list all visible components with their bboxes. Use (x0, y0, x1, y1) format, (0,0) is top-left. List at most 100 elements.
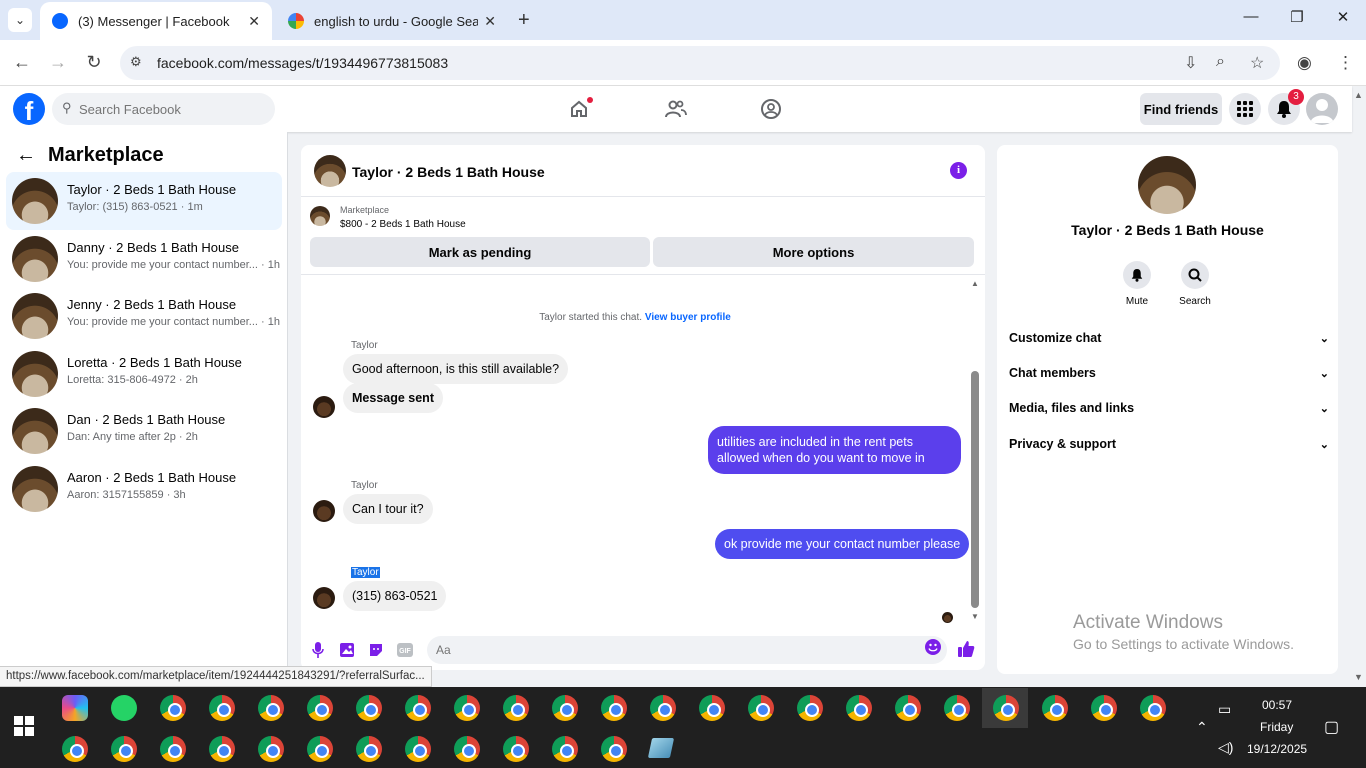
tab-google-search[interactable]: english to urdu - Google Search ✕ (276, 2, 508, 40)
url-field[interactable]: ⚙ facebook.com/messages/t/19344967738150… (120, 46, 1280, 80)
chrome-icon[interactable] (552, 736, 578, 762)
site-info-icon[interactable]: ⚙ (130, 54, 142, 70)
chat-avatar[interactable] (314, 155, 346, 187)
notification-center-icon[interactable]: ▢ (1324, 717, 1339, 737)
chrome-icon[interactable] (1140, 695, 1166, 721)
chrome-icon[interactable] (503, 695, 529, 721)
whatsapp-icon[interactable] (111, 695, 137, 721)
media-files-links-section[interactable]: Media, files and links ⌄ (1009, 393, 1329, 423)
chrome-icon[interactable] (356, 695, 382, 721)
account-avatar[interactable] (1306, 93, 1338, 125)
chrome-icon[interactable] (650, 695, 676, 721)
conversation-item[interactable]: Jenny · 2 Beds 1 Bath House You: provide… (6, 287, 282, 345)
friends-icon[interactable] (664, 97, 688, 121)
minimize-icon[interactable]: — (1228, 8, 1274, 25)
windows-start-icon[interactable] (14, 716, 34, 736)
notepad-icon[interactable] (647, 738, 675, 758)
network-icon[interactable]: ▭ (1218, 701, 1231, 718)
page-scroll-up-icon[interactable]: ▲ (1354, 90, 1363, 100)
browser-menu-icon[interactable]: ⋮ (1337, 53, 1354, 73)
clock-day[interactable]: Friday (1260, 720, 1293, 734)
chrome-icon[interactable] (160, 695, 186, 721)
sender-avatar[interactable] (313, 396, 335, 418)
chrome-icon[interactable] (797, 695, 823, 721)
chrome-icon[interactable] (405, 736, 431, 762)
chrome-icon[interactable] (846, 695, 872, 721)
tab-messenger[interactable]: (3) Messenger | Facebook ✕ (40, 2, 272, 40)
chrome-icon[interactable] (258, 695, 284, 721)
conversation-item[interactable]: Aaron · 2 Beds 1 Bath House Aaron: 31571… (6, 460, 282, 518)
copilot-icon[interactable] (62, 695, 88, 721)
chrome-icon[interactable] (454, 695, 480, 721)
privacy-support-section[interactable]: Privacy & support ⌄ (1009, 429, 1329, 459)
chrome-icon[interactable] (699, 695, 725, 721)
close-tab-icon[interactable]: ✕ (248, 13, 260, 30)
restore-icon[interactable]: ❐ (1274, 8, 1320, 26)
chrome-icon[interactable] (895, 695, 921, 721)
chat-members-section[interactable]: Chat members ⌄ (1009, 358, 1329, 388)
chrome-icon[interactable] (160, 736, 186, 762)
facebook-logo-icon[interactable]: f (13, 93, 45, 125)
listing-price[interactable]: $800 - 2 Beds 1 Bath House (340, 219, 466, 230)
conversation-item[interactable]: Danny · 2 Beds 1 Bath House You: provide… (6, 230, 282, 288)
forward-icon[interactable]: → (46, 52, 70, 73)
photo-icon[interactable] (338, 641, 356, 659)
chrome-icon[interactable] (1091, 695, 1117, 721)
facebook-search-input[interactable] (79, 93, 269, 125)
clock-time[interactable]: 00:57 (1262, 698, 1292, 712)
conversation-item[interactable]: Loretta · 2 Beds 1 Bath House Loretta: 3… (6, 345, 282, 403)
thumbs-up-icon[interactable] (957, 640, 975, 663)
chrome-icon[interactable] (748, 695, 774, 721)
message-input[interactable] (436, 636, 916, 664)
close-window-icon[interactable]: ✕ (1320, 8, 1366, 26)
conversation-item[interactable]: Dan · 2 Beds 1 Bath House Dan: Any time … (6, 402, 282, 460)
gif-icon[interactable]: GIF (396, 641, 414, 659)
chrome-icon[interactable] (209, 695, 235, 721)
message-input-box[interactable] (427, 636, 947, 664)
chrome-icon[interactable] (503, 736, 529, 762)
install-app-icon[interactable]: ⇩ (1184, 53, 1197, 73)
scroll-up-arrow-icon[interactable]: ▲ (971, 279, 979, 288)
page-scroll-down-icon[interactable]: ▼ (1354, 672, 1363, 682)
chrome-icon[interactable] (944, 695, 970, 721)
profile-avatar[interactable] (1138, 156, 1196, 214)
search-action[interactable]: Search (1165, 261, 1225, 307)
reload-icon[interactable]: ↻ (82, 52, 106, 73)
chrome-icon[interactable] (1042, 695, 1068, 721)
zoom-icon[interactable]: ⌕ (1216, 53, 1225, 71)
scrollbar-thumb[interactable] (971, 371, 979, 608)
chrome-icon[interactable] (993, 695, 1019, 721)
more-options-button[interactable]: More options (653, 237, 974, 267)
conversation-item[interactable]: Taylor · 2 Beds 1 Bath House Taylor: (31… (6, 172, 282, 230)
chrome-icon[interactable] (601, 736, 627, 762)
sticker-icon[interactable] (367, 641, 385, 659)
chrome-icon[interactable] (62, 736, 88, 762)
customize-chat-section[interactable]: Customize chat ⌄ (1009, 323, 1329, 353)
sender-avatar[interactable] (313, 500, 335, 522)
chrome-icon[interactable] (209, 736, 235, 762)
groups-icon[interactable] (759, 97, 783, 121)
scroll-down-arrow-icon[interactable]: ▼ (971, 612, 979, 621)
back-icon[interactable]: ← (10, 52, 34, 73)
chrome-icon[interactable] (111, 736, 137, 762)
chrome-icon[interactable] (258, 736, 284, 762)
chrome-icon[interactable] (307, 695, 333, 721)
close-tab-icon[interactable]: ✕ (484, 13, 496, 30)
facebook-search[interactable]: ⚲ (52, 93, 275, 125)
chrome-icon[interactable] (405, 695, 431, 721)
chrome-icon[interactable] (552, 695, 578, 721)
chrome-icon[interactable] (356, 736, 382, 762)
chrome-icon[interactable] (601, 695, 627, 721)
microphone-icon[interactable] (309, 641, 327, 659)
tab-search-button[interactable]: ⌄ (8, 8, 32, 32)
mark-pending-button[interactable]: Mark as pending (310, 237, 650, 267)
info-icon[interactable]: i (950, 162, 967, 179)
back-arrow-icon[interactable]: ← (16, 144, 36, 167)
chat-title[interactable]: Taylor · 2 Beds 1 Bath House (352, 164, 545, 180)
clock-date[interactable]: 19/12/2025 (1247, 742, 1307, 756)
view-buyer-profile-link[interactable]: View buyer profile (645, 312, 731, 323)
volume-icon[interactable]: ◁) (1218, 739, 1233, 756)
new-tab-icon[interactable]: + (518, 9, 530, 32)
chrome-icon[interactable] (454, 736, 480, 762)
mute-action[interactable]: Mute (1107, 261, 1167, 307)
